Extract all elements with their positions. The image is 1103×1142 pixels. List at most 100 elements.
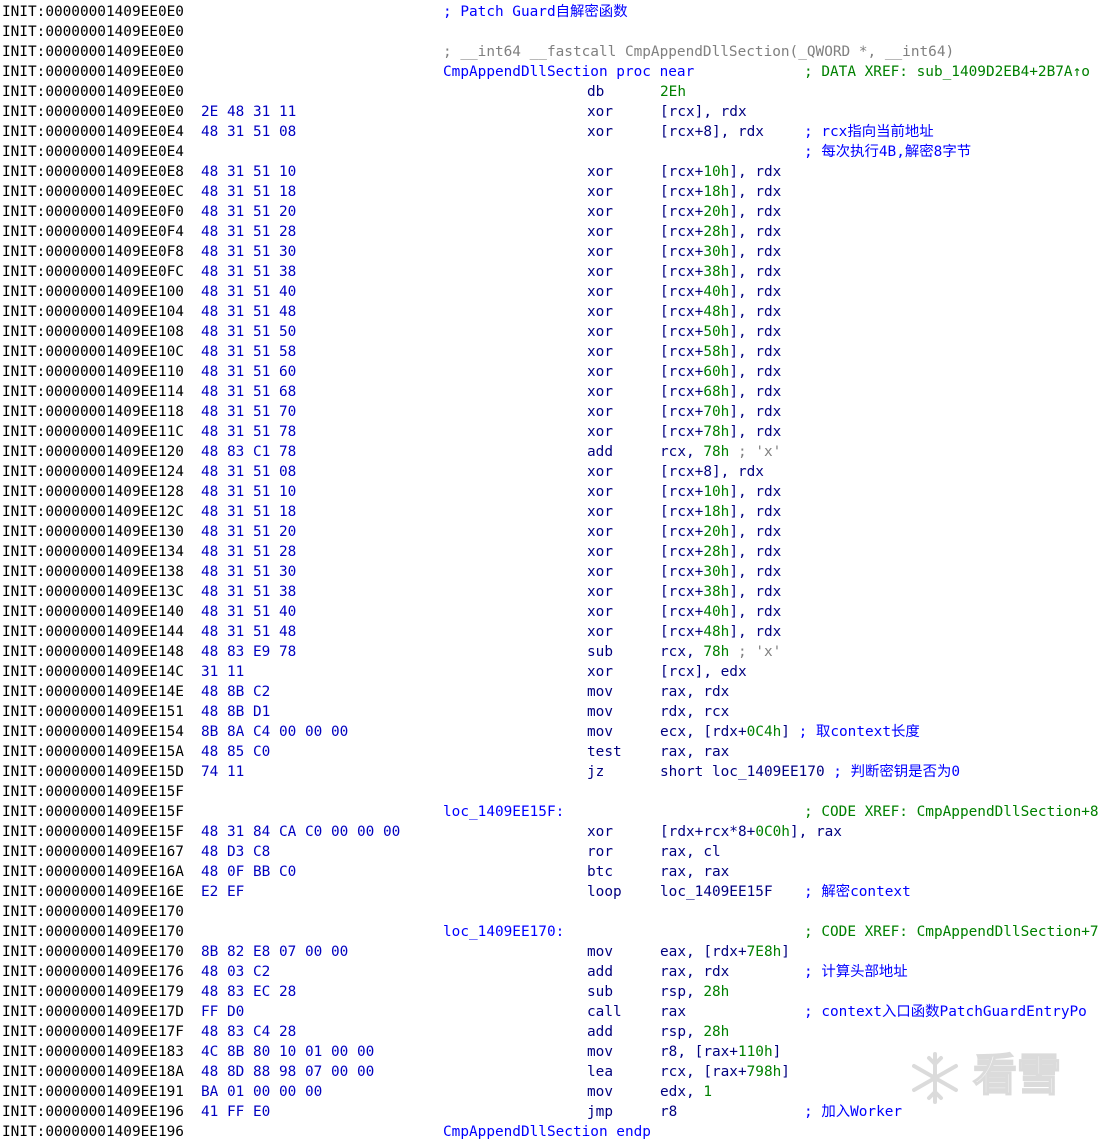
instruction-operands: rax	[660, 1002, 686, 1022]
listing-line[interactable]: INIT:00000001409EE0FC 48 31 51 38 xor [rcx+…	[0, 262, 1103, 282]
operand-number: 60h	[703, 364, 730, 380]
listing-line[interactable]: INIT:00000001409EE176 48 03 C2 add rax, rdx…	[0, 962, 1103, 982]
listing-line[interactable]: INIT:00000001409EE0F0 48 31 51 20 xor [rcx+…	[0, 202, 1103, 222]
operand-text: [rcx+	[660, 604, 704, 620]
listing-line[interactable]: INIT:00000001409EE0E0 ; Patch Guard自解密函数	[0, 2, 1103, 22]
line-address: INIT:00000001409EE0E0	[2, 44, 184, 60]
opcode-bytes: 48 83 E9 78	[201, 644, 297, 660]
listing-line[interactable]: INIT:00000001409EE16E E2 EF loop loc_1409EE…	[0, 882, 1103, 902]
listing-line[interactable]: INIT:00000001409EE170 loc_1409EE170: ; COD…	[0, 922, 1103, 942]
instruction-mnemonic: xor	[587, 384, 613, 400]
opcode-bytes: 48 31 51 30	[201, 244, 297, 260]
listing-line[interactable]: INIT:00000001409EE15F loc_1409EE15F: ; COD…	[0, 802, 1103, 822]
listing-line[interactable]: INIT:00000001409EE167 48 D3 C8 ror rax, cl	[0, 842, 1103, 862]
listing-line[interactable]: INIT:00000001409EE118 48 31 51 70 xor [rcx+…	[0, 402, 1103, 422]
opcode-bytes: 48 31 51 08	[201, 464, 297, 480]
listing-line[interactable]: INIT:00000001409EE138 48 31 51 30 xor [rcx+…	[0, 562, 1103, 582]
listing-line[interactable]: INIT:00000001409EE196 CmpAppendDllSection…	[0, 1122, 1103, 1142]
operand-text: [rcx+	[660, 404, 704, 420]
listing-line[interactable]: INIT:00000001409EE179 48 83 EC 28 sub rsp, …	[0, 982, 1103, 1002]
listing-line[interactable]: INIT:00000001409EE15D 74 11 jz short loc_14…	[0, 762, 1103, 782]
listing-line[interactable]: INIT:00000001409EE148 48 83 E9 78 sub rcx, …	[0, 642, 1103, 662]
listing-line[interactable]: INIT:00000001409EE120 48 83 C1 78 add rcx, …	[0, 442, 1103, 462]
line-address: INIT:00000001409EE0EC	[2, 184, 184, 200]
listing-line[interactable]: INIT:00000001409EE15F 48 31 84 CA C0 00 0…	[0, 822, 1103, 842]
listing-line[interactable]: INIT:00000001409EE144 48 31 51 48 xor [rcx+…	[0, 622, 1103, 642]
line-address: INIT:00000001409EE108	[2, 324, 184, 340]
listing-line[interactable]: INIT:00000001409EE0E4 48 31 51 08 xor [rcx+…	[0, 122, 1103, 142]
operand-text: [rcx+	[660, 384, 704, 400]
line-address: INIT:00000001409EE138	[2, 564, 184, 580]
listing-line[interactable]: INIT:00000001409EE114 48 31 51 68 xor [rcx+…	[0, 382, 1103, 402]
line-address: INIT:00000001409EE124	[2, 464, 184, 480]
listing-line[interactable]: INIT:00000001409EE130 48 31 51 20 xor [rcx+…	[0, 522, 1103, 542]
listing-line[interactable]: INIT:00000001409EE0F4 48 31 51 28 xor [rcx+…	[0, 222, 1103, 242]
operand-text: [rcx+	[660, 304, 704, 320]
listing-line[interactable]: INIT:00000001409EE0F8 48 31 51 30 xor [rcx+…	[0, 242, 1103, 262]
operand-text: ], rdx	[729, 604, 782, 620]
line-address: INIT:00000001409EE140	[2, 604, 184, 620]
listing-line[interactable]: INIT:00000001409EE13C 48 31 51 38 xor [rcx+…	[0, 582, 1103, 602]
listing-line[interactable]: INIT:00000001409EE108 48 31 51 50 xor [rcx+…	[0, 322, 1103, 342]
operand-number: 7E8h	[746, 944, 782, 960]
listing-line[interactable]: INIT:00000001409EE17D FF D0 call rax ; conte…	[0, 1002, 1103, 1022]
listing-line[interactable]: INIT:00000001409EE104 48 31 51 48 xor [rcx+…	[0, 302, 1103, 322]
instruction-operands: [rcx+68h], rdx	[660, 382, 781, 402]
code-label[interactable]: loc_1409EE15F:	[443, 802, 564, 822]
listing-line[interactable]: INIT:00000001409EE134 48 31 51 28 xor [rcx+…	[0, 542, 1103, 562]
line-address: INIT:00000001409EE176	[2, 964, 184, 980]
instruction-operands: [rcx+40h], rdx	[660, 602, 781, 622]
listing-line[interactable]: INIT:00000001409EE0E0 2E 48 31 11 xor [rcx]…	[0, 102, 1103, 122]
operand-text: short loc_1409EE170	[660, 764, 834, 780]
opcode-bytes: 8B 82 E8 07 00 00	[201, 944, 349, 960]
listing-line[interactable]: INIT:00000001409EE0E4 ; 每次执行4B,解密8字节	[0, 142, 1103, 162]
listing-line[interactable]: INIT:00000001409EE100 48 31 51 40 xor [rcx+…	[0, 282, 1103, 302]
listing-line[interactable]: INIT:00000001409EE10C 48 31 51 58 xor [rcx+…	[0, 342, 1103, 362]
listing-line[interactable]: INIT:00000001409EE0E0	[0, 22, 1103, 42]
disassembly-listing[interactable]: INIT:00000001409EE0E0; Patch Guard自解密函数 I…	[0, 2, 1103, 1142]
listing-line[interactable]: INIT:00000001409EE14C 31 11 xor [rcx], edx	[0, 662, 1103, 682]
listing-line[interactable]: INIT:00000001409EE140 48 31 51 40 xor [rcx+…	[0, 602, 1103, 622]
listing-line[interactable]: INIT:00000001409EE151 48 8B D1 mov rdx, rcx	[0, 702, 1103, 722]
opcode-bytes: 48 0F BB C0	[201, 864, 297, 880]
instruction-operands: rax, rax	[660, 742, 729, 762]
listing-line[interactable]: INIT:00000001409EE0E8 48 31 51 10 xor [rcx+…	[0, 162, 1103, 182]
listing-line[interactable]: INIT:00000001409EE15A 48 85 C0 test rax, ra…	[0, 742, 1103, 762]
line-address: INIT:00000001409EE15F	[2, 824, 184, 840]
operand-text: ]	[781, 1064, 790, 1080]
listing-line[interactable]: INIT:00000001409EE154 8B 8A C4 00 00 00 mo…	[0, 722, 1103, 742]
listing-line[interactable]: INIT:00000001409EE170 8B 82 E8 07 00 00 mo…	[0, 942, 1103, 962]
opcode-bytes: 48 31 51 38	[201, 264, 297, 280]
instruction-mnemonic: xor	[587, 204, 613, 220]
listing-line[interactable]: INIT:00000001409EE124 48 31 51 08 xor [rcx+…	[0, 462, 1103, 482]
operand-text: [rcx+	[660, 504, 704, 520]
listing-line[interactable]: INIT:00000001409EE16A 48 0F BB C0 btc rax, …	[0, 862, 1103, 882]
listing-line[interactable]: INIT:00000001409EE0E0 ; __int64 __fastcal…	[0, 42, 1103, 62]
instruction-operands: [rcx+18h], rdx	[660, 502, 781, 522]
line-address: INIT:00000001409EE0E0	[2, 64, 184, 80]
operand-number: 48h	[703, 624, 730, 640]
listing-line[interactable]: INIT:00000001409EE110 48 31 51 60 xor [rcx+…	[0, 362, 1103, 382]
listing-line[interactable]: INIT:00000001409EE170	[0, 902, 1103, 922]
code-label[interactable]: CmpAppendDllSection proc near	[443, 62, 694, 82]
instruction-mnemonic: mov	[587, 1084, 613, 1100]
operand-text: [rcx+	[660, 364, 704, 380]
code-label[interactable]: CmpAppendDllSection endp	[443, 1122, 651, 1142]
operand-number: 38h	[703, 584, 730, 600]
opcode-bytes: 48 31 51 18	[201, 504, 297, 520]
listing-line[interactable]: INIT:00000001409EE0E0 db 2Eh	[0, 82, 1103, 102]
listing-line[interactable]: INIT:00000001409EE11C 48 31 51 78 xor [rcx+…	[0, 422, 1103, 442]
listing-line[interactable]: INIT:00000001409EE15F	[0, 782, 1103, 802]
listing-line[interactable]: INIT:00000001409EE0E0 CmpAppendDllSection…	[0, 62, 1103, 82]
operand-text: [rcx+	[660, 244, 704, 260]
instruction-mnemonic: mov	[587, 944, 613, 960]
listing-line[interactable]: INIT:00000001409EE12C 48 31 51 18 xor [rcx+…	[0, 502, 1103, 522]
listing-line[interactable]: INIT:00000001409EE14E 48 8B C2 mov rax, rdx	[0, 682, 1103, 702]
listing-line[interactable]: INIT:00000001409EE128 48 31 51 10 xor [rcx+…	[0, 482, 1103, 502]
instruction-mnemonic: xor	[587, 364, 613, 380]
instruction-operands: edx, 1	[660, 1082, 712, 1102]
operand-text: [rcx], rdx	[660, 104, 747, 120]
code-label[interactable]: loc_1409EE170:	[443, 922, 564, 942]
listing-line[interactable]: INIT:00000001409EE17F 48 83 C4 28 add rsp, …	[0, 1022, 1103, 1042]
listing-line[interactable]: INIT:00000001409EE0EC 48 31 51 18 xor [rcx+…	[0, 182, 1103, 202]
